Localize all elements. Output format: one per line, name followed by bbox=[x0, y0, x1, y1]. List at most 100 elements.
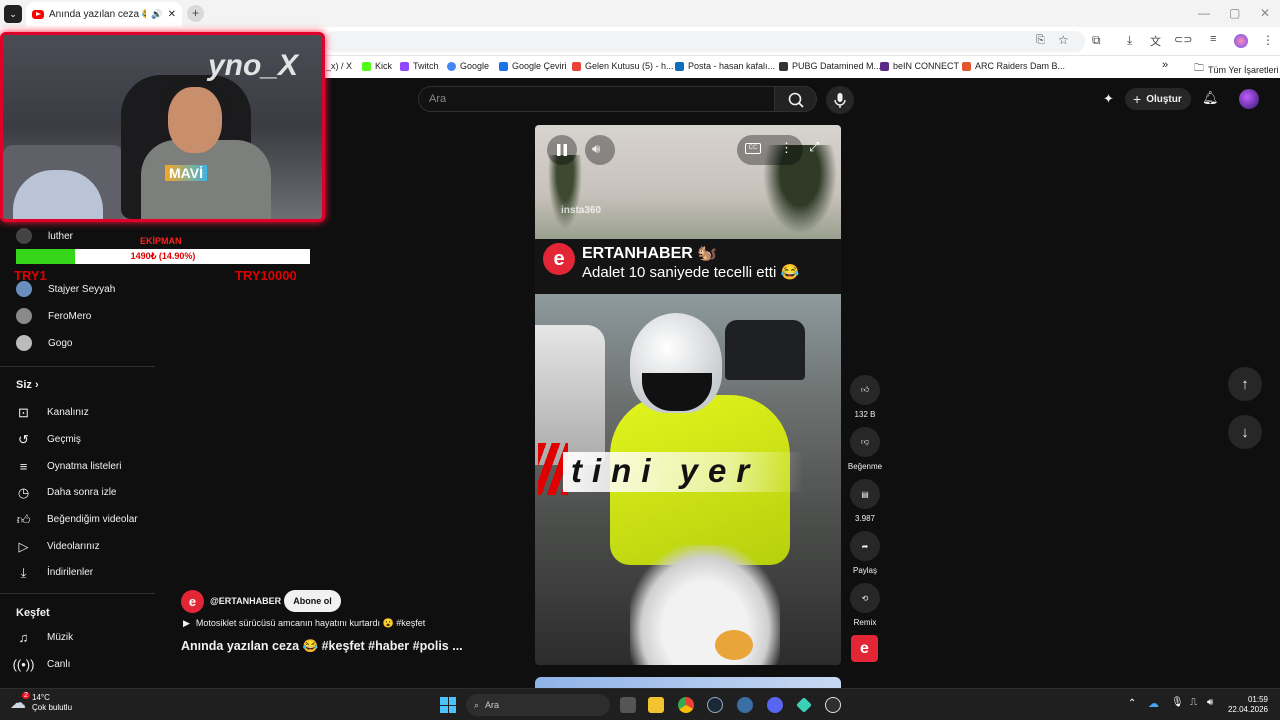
browser-menu-icon[interactable]: ⋮ bbox=[1262, 33, 1274, 47]
volume-button[interactable]: 🔊︎ bbox=[585, 135, 615, 165]
install-app-icon[interactable]: ⎘ bbox=[1036, 34, 1045, 47]
gemini-sparkle-icon[interactable]: ✦ bbox=[1103, 91, 1114, 107]
network-app-icon[interactable] bbox=[737, 697, 753, 713]
start-button[interactable] bbox=[440, 697, 456, 713]
search-input[interactable]: Ara bbox=[418, 86, 775, 112]
active-tab[interactable]: Anında yazılan ceza 😂 #k 🔊 ✕ bbox=[26, 2, 182, 27]
minimize-button[interactable]: — bbox=[1198, 6, 1210, 20]
tray-overflow-icon[interactable]: ⌃ bbox=[1128, 698, 1136, 709]
bookmark-star-icon[interactable]: ☆ bbox=[1058, 33, 1069, 47]
all-bookmarks-button[interactable]: 🗀 Tüm Yer İşaretleri bbox=[1194, 61, 1279, 78]
extensions-icon[interactable]: ⧉ bbox=[1092, 33, 1101, 48]
tab-close-icon[interactable]: ✕ bbox=[168, 9, 176, 20]
like-button[interactable]: 👍︎ 132 B bbox=[849, 375, 881, 419]
sidebar-item-liked-videos[interactable]: 👍︎ Beğendiğim videolar bbox=[16, 512, 138, 527]
donation-min-label: TRY1 bbox=[14, 268, 47, 283]
subscribe-button[interactable]: Abone ol bbox=[284, 590, 341, 612]
network-icon[interactable]: ⎍ bbox=[1190, 697, 1197, 708]
sidebar-item-history[interactable]: ↺ Geçmiş bbox=[16, 432, 81, 447]
play-icon: ▶ bbox=[183, 618, 190, 628]
sidebar-item-your-channel[interactable]: ⊡ Kanalınız bbox=[16, 405, 89, 420]
bookmark-bein[interactable]: beIN CONNECT bbox=[880, 61, 959, 71]
you-section-heading[interactable]: Siz › bbox=[16, 379, 39, 391]
voice-search-button[interactable] bbox=[826, 86, 854, 114]
onedrive-icon[interactable]: ☁ bbox=[1148, 697, 1159, 710]
more-options-icon[interactable]: ⋮ bbox=[780, 140, 793, 156]
sidebar-item-music[interactable]: ♫ Müzik bbox=[16, 630, 74, 645]
sidebar-item-playlists[interactable]: ≡ Oynatma listeleri bbox=[16, 459, 122, 474]
profile-avatar[interactable] bbox=[1234, 34, 1248, 48]
channel-avatar[interactable]: e bbox=[181, 590, 204, 613]
pause-button[interactable] bbox=[547, 135, 577, 165]
weather-widget[interactable]: ☁ 14°C Çok bulutlu bbox=[10, 693, 72, 713]
taskbar-search-input[interactable]: ⌕ Ara bbox=[466, 694, 610, 716]
channel-handle[interactable]: @ERTANHABER bbox=[210, 596, 281, 606]
arrow-down-icon: ↓ bbox=[1241, 423, 1249, 441]
previous-short-button[interactable]: ↑ bbox=[1228, 367, 1262, 401]
chrome-icon[interactable] bbox=[678, 697, 694, 713]
next-short-preview[interactable] bbox=[535, 677, 841, 688]
bookmarks-overflow-button[interactable]: » bbox=[1162, 59, 1168, 71]
translate-icon[interactable]: 文 bbox=[1150, 33, 1161, 49]
short-title[interactable]: Anında yazılan ceza 😂 #keşfet #haber #po… bbox=[181, 639, 463, 654]
weather-alert-badge: 2 bbox=[22, 692, 30, 699]
close-window-button[interactable]: ✕ bbox=[1260, 6, 1270, 20]
bookmark-google[interactable]: Google bbox=[447, 61, 489, 71]
download-icon[interactable]: ⤓ bbox=[1127, 33, 1132, 48]
history-icon: ↺ bbox=[18, 431, 29, 447]
short-description[interactable]: ▶ Motosiklet sürücüsü amcanın hayatını k… bbox=[183, 618, 425, 629]
sidebar-item-downloads[interactable]: ⤓ İndirilenler bbox=[16, 565, 94, 580]
address-bar[interactable] bbox=[325, 31, 1085, 52]
volume-icon[interactable]: 🔊︎ bbox=[1207, 697, 1213, 708]
search-button[interactable] bbox=[775, 86, 817, 112]
subscription-item-feromero[interactable]: FeroMero bbox=[16, 308, 91, 324]
subscription-item-gogo[interactable]: Gogo bbox=[16, 335, 72, 351]
dislike-button[interactable]: 👎︎ Beğenme bbox=[848, 427, 882, 471]
bookmark-arc-raiders[interactable]: ARC Raiders Dam B... bbox=[962, 61, 1065, 71]
remix-button[interactable]: ⟲ Remix bbox=[849, 583, 881, 627]
share-button[interactable]: ➦ Paylaş bbox=[849, 531, 881, 575]
reading-list-icon[interactable]: ≡ bbox=[1210, 33, 1216, 45]
sidebar-item-watch-later[interactable]: ◷ Daha sonra izle bbox=[16, 485, 117, 500]
bookmark-twitch[interactable]: Twitch bbox=[400, 61, 439, 71]
link-icon[interactable]: ⊂⊃ bbox=[1174, 33, 1192, 46]
banner-channel-name: ERTANHABER 🐿️ bbox=[582, 245, 718, 262]
bookmark-pubg[interactable]: PUBG Datamined M... bbox=[779, 61, 881, 71]
short-video-player[interactable]: insta360 e ERTANHABER 🐿️ Adalet 10 saniy… bbox=[535, 125, 841, 665]
bookmark-outlook[interactable]: Posta - hasan kafalı... bbox=[675, 61, 775, 71]
app-icon[interactable] bbox=[796, 697, 812, 713]
next-short-button[interactable]: ↓ bbox=[1228, 415, 1262, 449]
account-avatar[interactable] bbox=[1239, 89, 1259, 109]
channel-logo-button[interactable]: e bbox=[851, 635, 878, 662]
clock[interactable]: 01:59 22.04.2026 bbox=[1224, 695, 1268, 715]
new-tab-button[interactable]: + bbox=[187, 5, 204, 22]
gmail-icon bbox=[572, 61, 581, 71]
discord-icon[interactable] bbox=[767, 697, 783, 713]
create-button[interactable]: + Oluştur bbox=[1125, 88, 1191, 110]
bookmark-google-translate[interactable]: Google Çeviri bbox=[499, 61, 567, 71]
donation-goal-widget: EKİPMAN 1490₺ (14.90%) TRY1 TRY10000 bbox=[14, 236, 310, 286]
bookmark-x[interactable]: _x) / X bbox=[326, 61, 352, 71]
fullscreen-icon[interactable]: ⤢ bbox=[809, 139, 819, 155]
bookmark-gmail[interactable]: Gelen Kutusu (5) - h... bbox=[572, 61, 674, 71]
maximize-button[interactable]: ▢ bbox=[1229, 6, 1240, 20]
like-icon: 👍︎ bbox=[850, 375, 880, 405]
file-explorer-icon[interactable] bbox=[648, 697, 664, 713]
obs-icon[interactable] bbox=[825, 697, 841, 713]
google-icon bbox=[447, 61, 456, 71]
captions-icon[interactable]: CC bbox=[745, 143, 761, 154]
comments-button[interactable]: ▤ 3.987 bbox=[849, 479, 881, 523]
microphone-icon[interactable]: 🎙︎ bbox=[1171, 697, 1184, 708]
tab-search-button[interactable]: ⌄ bbox=[4, 5, 22, 23]
notifications-bell-icon[interactable]: 🔔︎ bbox=[1202, 90, 1219, 106]
donation-max-label: TRY10000 bbox=[235, 268, 297, 283]
steam-icon[interactable] bbox=[707, 697, 723, 713]
sidebar-item-live[interactable]: ((•)) Canlı bbox=[13, 657, 71, 672]
channel-icon: ⊡ bbox=[18, 404, 29, 420]
speaker-icon[interactable]: 🔊 bbox=[151, 9, 162, 20]
avatar bbox=[16, 335, 32, 351]
task-view-icon[interactable] bbox=[620, 697, 636, 713]
sidebar-item-your-videos[interactable]: ▷ Videolarınız bbox=[16, 539, 100, 554]
share-icon: ➦ bbox=[850, 531, 880, 561]
bookmark-kick[interactable]: Kick bbox=[362, 61, 392, 71]
